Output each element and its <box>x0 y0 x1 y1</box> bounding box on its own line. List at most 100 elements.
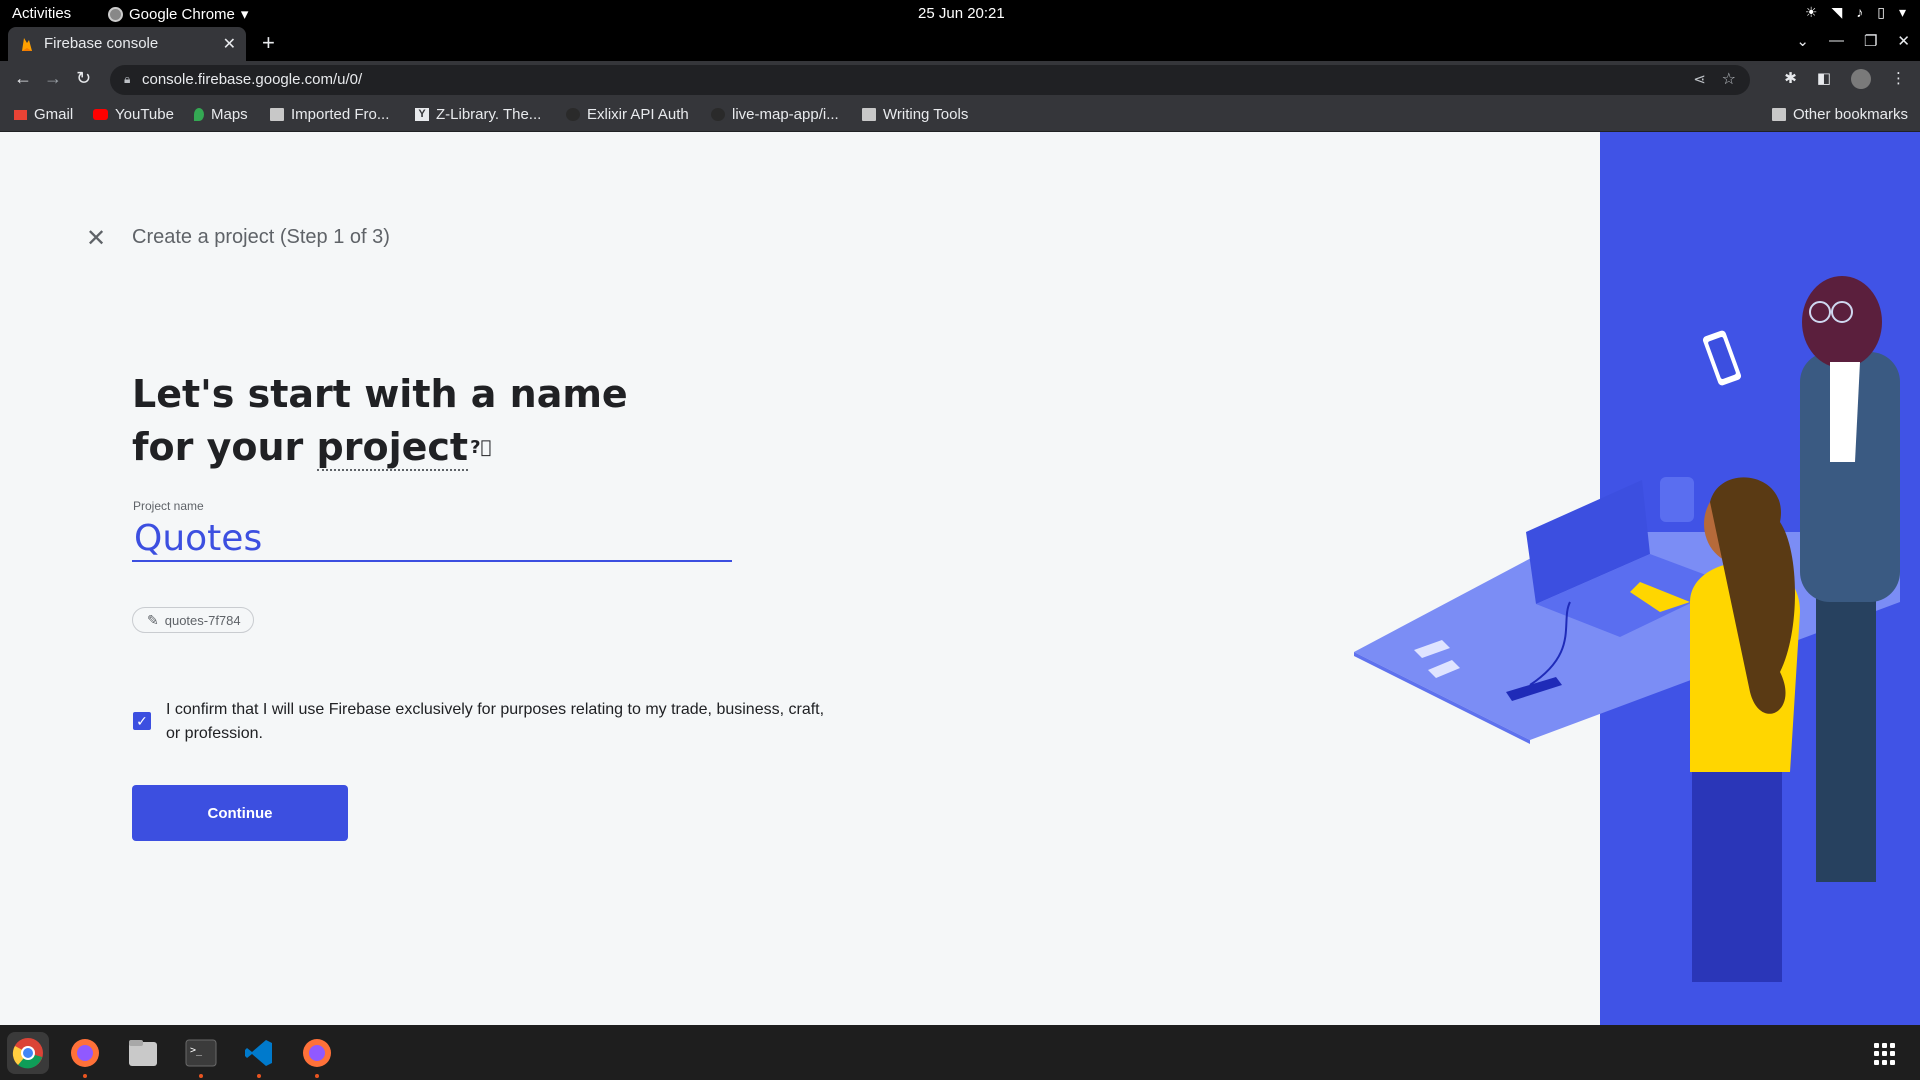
continue-button[interactable]: Continue <box>132 785 348 841</box>
page-headline: Let's start with a name for your project… <box>132 368 692 474</box>
dock-firefox[interactable] <box>64 1032 106 1078</box>
wifi-icon: ◥ <box>1831 4 1843 20</box>
brightness-icon: ☀ <box>1804 4 1818 20</box>
caret-down-icon: ▾ <box>1898 4 1906 20</box>
help-circle-icon[interactable]: ?⃝ <box>470 437 491 458</box>
show-apps-icon[interactable] <box>1874 1043 1896 1065</box>
terminal-icon: >_ <box>185 1039 217 1067</box>
volume-icon: ♪ <box>1856 4 1864 20</box>
vscode-icon <box>245 1040 272 1066</box>
bookmark-writing-tools[interactable]: Writing Tools <box>862 106 968 123</box>
taskbar-dock: >_ <box>0 1025 1920 1080</box>
dock-terminal[interactable]: >_ <box>180 1032 222 1078</box>
globe-icon <box>566 108 580 121</box>
chrome-icon <box>12 1038 43 1069</box>
side-panel-icon[interactable]: ◧ <box>1817 69 1831 89</box>
bookmark-label: Z-Library. The... <box>436 106 542 123</box>
app-menu[interactable]: Google Chrome ▾ <box>108 5 248 23</box>
share-icon[interactable]: ⋖ <box>1693 70 1706 88</box>
step-title: Create a project (Step 1 of 3) <box>132 226 390 248</box>
system-top-bar: Activities Google Chrome ▾ 25 Jun 20:21 … <box>0 0 1920 27</box>
zlibrary-icon: Y <box>415 108 429 121</box>
bookmark-zlibrary[interactable]: Y Z-Library. The... <box>415 106 541 123</box>
running-indicator <box>83 1074 87 1078</box>
bookmark-label: Maps <box>211 106 248 123</box>
close-icon[interactable]: ✕ <box>86 224 106 253</box>
address-bar[interactable]: 🔒︎ console.firebase.google.com/u/0/ ⋖ ☆ <box>110 65 1750 95</box>
bookmark-imported[interactable]: Imported Fro... <box>270 106 389 123</box>
forward-icon[interactable]: → <box>44 68 62 89</box>
confirm-text: I confirm that I will use Firebase exclu… <box>166 701 825 742</box>
firebase-icon <box>22 38 32 51</box>
other-bookmarks[interactable]: Other bookmarks <box>1771 106 1908 123</box>
bookmark-exlixir[interactable]: Exlixir API Auth <box>566 106 689 123</box>
browser-toolbar: ← → ↻ 🔒︎ console.firebase.google.com/u/0… <box>0 61 1920 99</box>
youtube-icon <box>93 109 108 120</box>
tab-close-icon[interactable]: ✕ <box>223 34 236 54</box>
extensions-icon[interactable]: ✱ <box>1784 69 1797 89</box>
check-icon: ✓ <box>136 713 148 729</box>
chrome-icon <box>108 6 123 22</box>
bookmark-youtube[interactable]: YouTube <box>93 106 174 123</box>
headline-project-term[interactable]: project <box>316 425 469 471</box>
firefox-icon <box>71 1039 99 1067</box>
bookmark-label: Writing Tools <box>883 106 969 123</box>
github-icon <box>711 108 725 121</box>
svg-text:>_: >_ <box>190 1045 203 1056</box>
project-illustration <box>1330 132 1920 1025</box>
firebase-create-project-page: ✕ Create a project (Step 1 of 3) Let's s… <box>0 132 1920 1025</box>
folder-icon <box>270 108 284 121</box>
app-menu-label: Google Chrome <box>129 5 235 23</box>
profile-avatar[interactable] <box>1851 69 1871 89</box>
bookmark-label: Gmail <box>34 106 74 123</box>
bookmark-label: Exlixir API Auth <box>587 106 689 123</box>
folder-icon <box>1771 108 1786 121</box>
bookmark-label: Other bookmarks <box>1792 106 1908 123</box>
dock-vscode[interactable] <box>238 1032 280 1078</box>
bookmark-live-map[interactable]: live-map-app/i... <box>711 106 839 123</box>
reload-icon[interactable]: ↻ <box>76 68 91 89</box>
caret-down-icon: ▾ <box>240 6 249 23</box>
url-text: console.firebase.google.com/u/0/ <box>142 71 363 88</box>
bookmarks-bar: Gmail YouTube Maps Imported Fro... Y Z-L… <box>0 99 1920 132</box>
bookmark-label: Imported Fro... <box>291 106 390 123</box>
dock-firefox-2[interactable] <box>296 1032 338 1078</box>
tab-title: Firebase console <box>44 35 159 52</box>
project-name-input[interactable] <box>132 516 732 562</box>
window-close-icon[interactable]: ✕ <box>1897 32 1910 50</box>
dock-files[interactable] <box>122 1032 164 1074</box>
files-icon <box>129 1040 157 1066</box>
bookmark-maps[interactable]: Maps <box>194 106 248 123</box>
project-id: quotes-7f784 <box>164 612 241 628</box>
tab-firebase-console[interactable]: Firebase console ✕ <box>8 27 246 61</box>
running-indicator <box>315 1074 319 1078</box>
battery-icon: ▯ <box>1877 4 1885 20</box>
activities-button[interactable]: Activities <box>12 5 71 22</box>
maximize-icon[interactable]: ❐ <box>1864 32 1877 50</box>
project-name-label: Project name <box>133 499 204 513</box>
tab-search-icon[interactable]: ⌄ <box>1796 32 1809 50</box>
toolbar-actions: ✱ ◧ ⋮ <box>1784 69 1906 89</box>
firefox-icon <box>303 1039 331 1067</box>
new-tab-button[interactable]: + <box>262 30 275 56</box>
pencil-icon: ✎ <box>147 611 159 628</box>
people-at-desk-illustration <box>1354 276 1900 982</box>
tab-strip: Firebase console ✕ + ⌄ — ❐ ✕ <box>0 27 1920 61</box>
bookmark-star-icon[interactable]: ☆ <box>1722 69 1736 89</box>
minimize-icon[interactable]: — <box>1829 32 1844 50</box>
confirm-checkbox[interactable]: ✓ <box>133 712 151 730</box>
lock-icon[interactable]: 🔒︎ <box>124 72 130 87</box>
clock[interactable]: 25 Jun 20:21 <box>918 5 1005 22</box>
project-id-chip[interactable]: ✎ quotes-7f784 <box>132 607 254 633</box>
back-icon[interactable]: ← <box>14 68 32 89</box>
dock-chrome[interactable] <box>7 1032 49 1074</box>
running-indicator <box>257 1074 261 1078</box>
maps-icon <box>194 108 204 121</box>
folder-icon <box>862 108 876 121</box>
bookmark-gmail[interactable]: Gmail <box>14 106 73 123</box>
window-controls: ⌄ — ❐ ✕ <box>1796 32 1910 50</box>
menu-icon[interactable]: ⋮ <box>1891 69 1906 89</box>
system-tray[interactable]: ☀ ◥ ♪ ▯ ▾ <box>1805 4 1906 21</box>
running-indicator <box>199 1074 203 1078</box>
bookmark-label: live-map-app/i... <box>732 106 839 123</box>
